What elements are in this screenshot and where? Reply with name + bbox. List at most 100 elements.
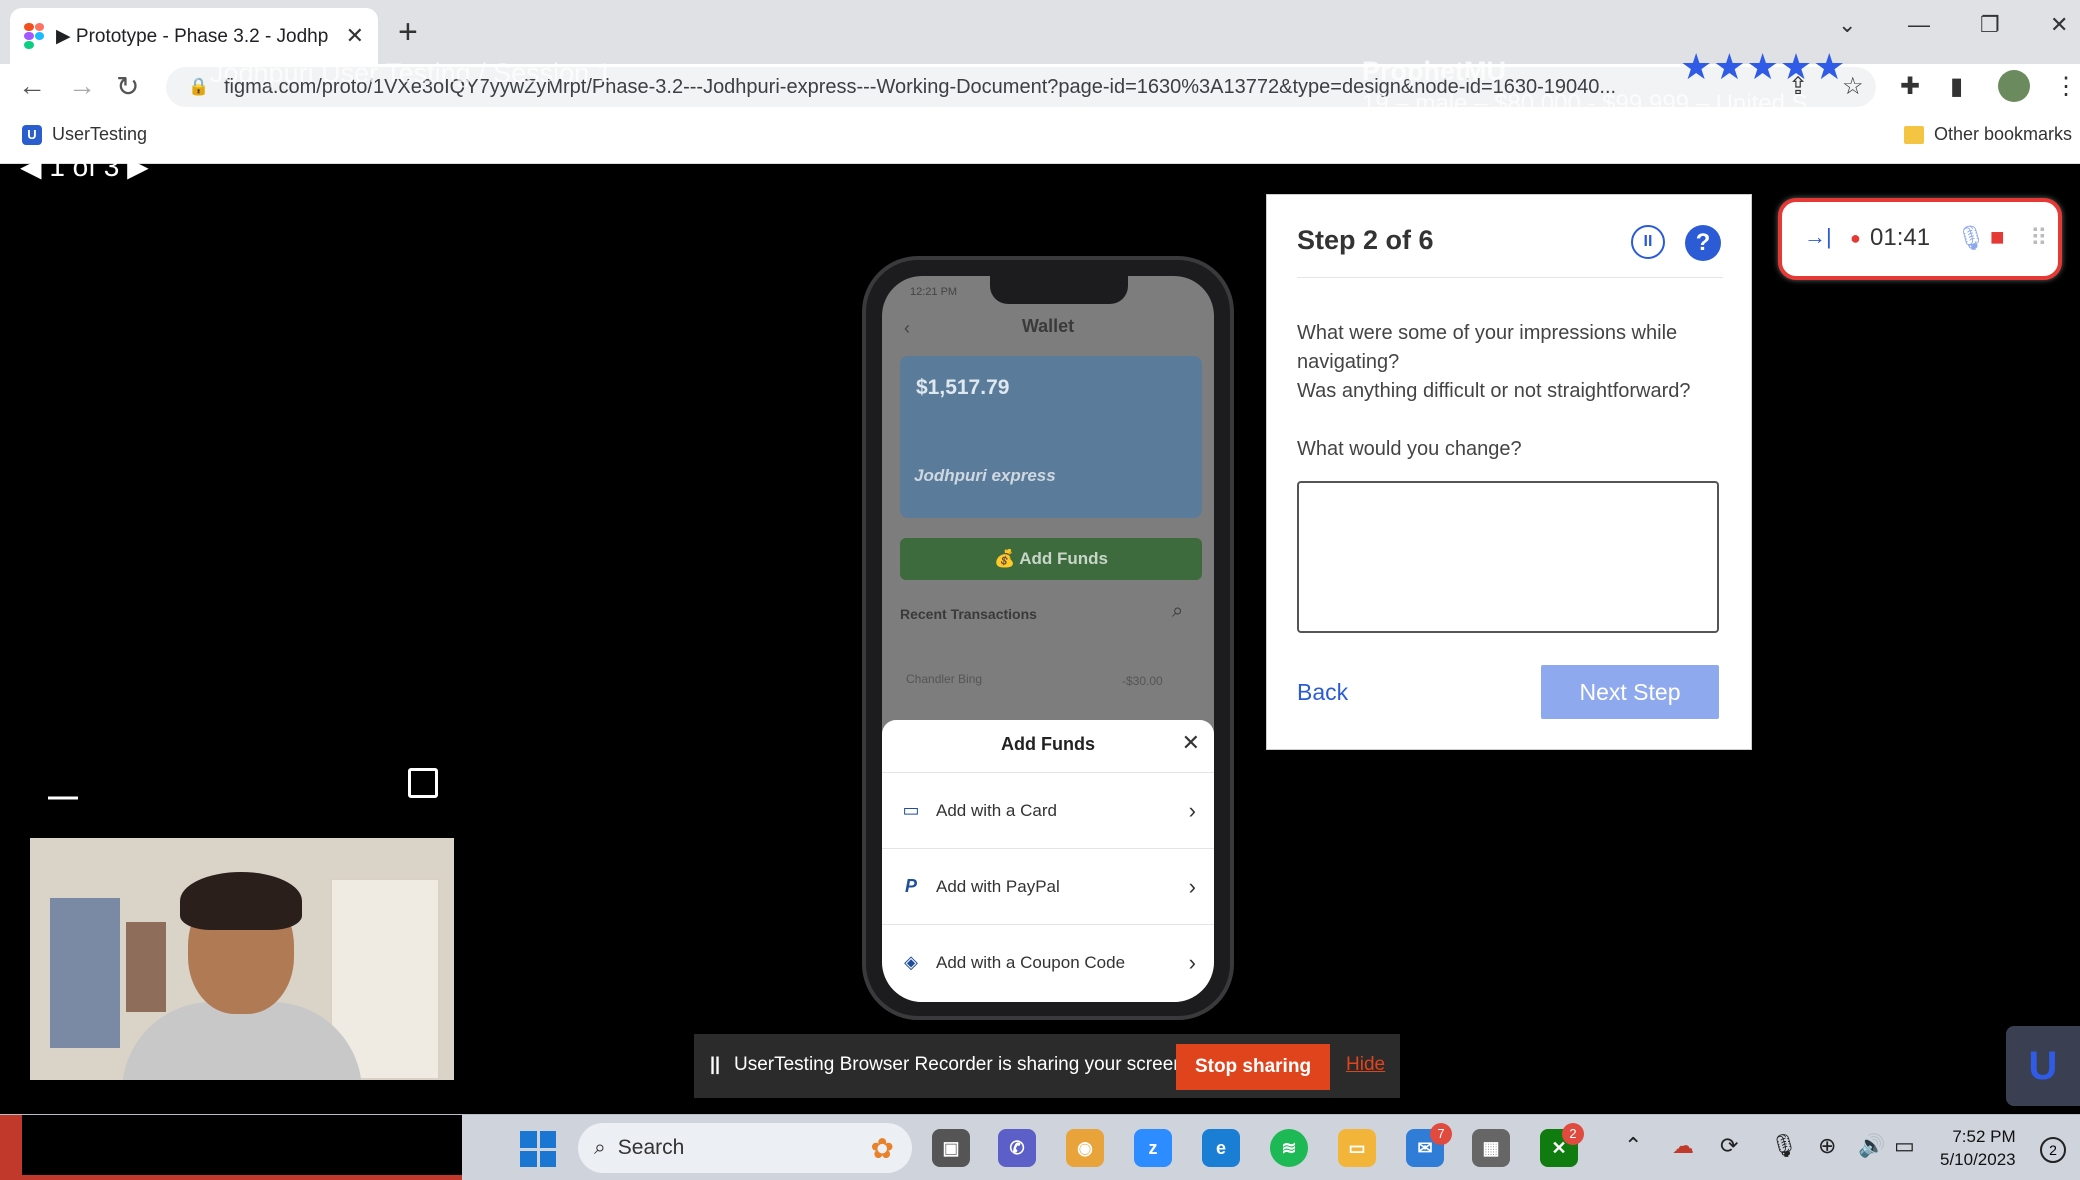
taskbar-search[interactable]: ⌕ Search ✿ xyxy=(578,1123,912,1173)
collapse-icon[interactable]: →| xyxy=(1804,224,1832,250)
divider xyxy=(1297,277,1723,278)
phone-notch xyxy=(990,276,1128,304)
phone-status-time: 12:21 PM xyxy=(910,286,958,298)
taskbar-clock[interactable]: 7:52 PM 5/10/2023 xyxy=(1940,1125,2016,1171)
option-label: Add with PayPal xyxy=(936,876,1060,896)
zoom-icon[interactable]: z xyxy=(1134,1129,1172,1167)
chevron-up-icon[interactable]: ⌃ xyxy=(1624,1133,1642,1159)
option-coupon[interactable]: ◈ Add with a Coupon Code › xyxy=(882,924,1214,1000)
browser-tab[interactable]: ▶ Prototype - Phase 3.2 - Jodhp ✕ xyxy=(10,8,378,64)
extensions-icon[interactable]: ✚ xyxy=(1900,72,1920,101)
chevron-right-icon: › xyxy=(1188,949,1196,975)
question-1: What were some of your impressions while… xyxy=(1297,322,1678,373)
teams-icon[interactable]: ✆ xyxy=(998,1129,1036,1167)
tab-search-icon[interactable]: ⌄ xyxy=(1838,12,1856,38)
camera-icon[interactable]: ■ xyxy=(1990,224,2005,252)
help-icon[interactable]: ? xyxy=(1685,225,1721,261)
question-2: Was anything difficult or not straightfo… xyxy=(1297,380,1691,402)
usertesting-icon: U xyxy=(22,124,42,145)
webcam-feed xyxy=(30,838,454,1080)
close-window-button[interactable]: ✕ xyxy=(2050,12,2068,38)
search-label: Search xyxy=(617,1136,685,1159)
windows-start-icon[interactable] xyxy=(520,1131,556,1167)
back-link[interactable]: Back xyxy=(1297,679,1348,706)
windows-taskbar: ⌕ Search ✿ ▣ ✆ ◉ z e ≋ ▭ ✉ 7 ▦ ✕ 2 ⌃ ☁ ⟳… xyxy=(0,1114,2080,1180)
webcam-person-hair xyxy=(180,872,302,930)
tab-title: ▶ Prototype - Phase 3.2 - Jodhp xyxy=(56,25,329,47)
forward-icon[interactable]: → xyxy=(68,70,96,102)
sheet-title: Add Funds xyxy=(1001,734,1095,754)
bookmarks-bar: U UserTesting Other bookmarks xyxy=(0,110,2080,164)
option-paypal[interactable]: P Add with PayPal › xyxy=(882,848,1214,924)
share-message: UserTesting Browser Recorder is sharing … xyxy=(734,1054,1190,1075)
spotify-icon[interactable]: ≋ xyxy=(1270,1129,1308,1167)
reload-icon[interactable]: ↻ xyxy=(116,70,139,103)
pause-share-icon[interactable]: || xyxy=(710,1054,720,1075)
screen-share-bar: || UserTesting Browser Recorder is shari… xyxy=(694,1034,1400,1098)
step-title: Step 2 of 6 xyxy=(1297,225,1434,255)
file-explorer-icon[interactable]: ▭ xyxy=(1338,1129,1376,1167)
taskbar-occluded xyxy=(22,1115,462,1175)
task-view-icon[interactable]: ▣ xyxy=(932,1129,970,1167)
option-card[interactable]: ▭ Add with a Card › xyxy=(882,772,1214,848)
store-icon[interactable]: ▦ xyxy=(1472,1129,1510,1167)
option-label: Add with a Card xyxy=(936,800,1057,820)
figma-icon xyxy=(24,23,44,49)
add-funds-label: Add Funds xyxy=(1019,549,1109,568)
minimize-button[interactable]: — xyxy=(1908,12,1930,38)
chevron-right-icon: › xyxy=(1188,797,1196,823)
onedrive-icon[interactable]: ☁ xyxy=(1672,1133,1694,1159)
pager-label: 1 of 3 xyxy=(49,151,120,182)
recording-timer: 01:41 xyxy=(1870,224,1931,251)
paypal-icon: P xyxy=(904,876,917,896)
restore-button[interactable]: ❐ xyxy=(1980,12,2000,38)
balance-card: $1,517.79 Jodhpuri express xyxy=(900,356,1202,518)
minimize-webcam-icon[interactable]: — xyxy=(48,780,78,814)
search-icon: ⌕ xyxy=(594,1136,606,1159)
menu-icon[interactable]: ⋮ xyxy=(2054,72,2078,101)
clock-time: 7:52 PM xyxy=(1952,1127,2016,1146)
back-icon[interactable]: ← xyxy=(18,70,46,102)
xbox-badge: 2 xyxy=(1562,1123,1584,1145)
bookmark-usertesting[interactable]: U UserTesting xyxy=(22,124,147,145)
transaction-name: Chandler Bing xyxy=(906,672,983,686)
side-panel-icon[interactable]: ▮ xyxy=(1950,72,1963,101)
hide-link[interactable]: Hide xyxy=(1346,1054,1385,1076)
profile-avatar[interactable] xyxy=(1998,70,2030,102)
new-tab-button[interactable]: + xyxy=(398,14,418,50)
phone-screen: 12:21 PM ‹ Wallet $1,517.79 Jodhpuri exp… xyxy=(882,276,1214,1002)
folder-icon xyxy=(1904,125,1924,144)
close-icon[interactable]: ✕ xyxy=(1182,730,1200,756)
usertesting-corner-icon[interactable]: U xyxy=(2006,1026,2080,1106)
answer-input[interactable] xyxy=(1297,481,1719,633)
microphone-icon[interactable]: 🎙 xyxy=(1956,224,1986,253)
edge-icon[interactable]: e xyxy=(1202,1129,1240,1167)
bookmark-other[interactable]: Other bookmarks xyxy=(1904,124,2072,145)
transaction-amount: -$30.00 xyxy=(1122,674,1163,688)
volume-icon[interactable]: 🔊 xyxy=(1858,1133,1885,1159)
microphone-tray-icon[interactable]: 🎙 xyxy=(1770,1133,1798,1159)
bookmark-label: UserTesting xyxy=(52,124,148,144)
bookmark-label: Other bookmarks xyxy=(1934,124,2073,144)
battery-icon[interactable]: ▭ xyxy=(1894,1133,1915,1159)
sync-icon[interactable]: ⟳ xyxy=(1720,1133,1738,1159)
search-highlight-icon: ✿ xyxy=(870,1132,894,1164)
brand-logo: Jodhpuri express xyxy=(914,466,1056,485)
globe-icon[interactable]: ⊕ xyxy=(1818,1133,1836,1159)
rating-stars: ★★★★★ xyxy=(1680,46,1847,87)
drag-handle-icon[interactable]: ⠿ xyxy=(2030,224,2048,253)
pause-icon[interactable]: II xyxy=(1631,225,1665,259)
webcam-poster xyxy=(50,898,120,1048)
add-funds-sheet: Add Funds ✕ ▭ Add with a Card › P Add wi… xyxy=(882,720,1214,1002)
expand-webcam-icon[interactable] xyxy=(408,768,438,798)
close-tab-icon[interactable]: ✕ xyxy=(346,23,364,49)
add-funds-button[interactable]: 💰 Add Funds xyxy=(900,538,1202,580)
lock-icon: 🔒 xyxy=(188,77,210,96)
prototype-pager[interactable]: ◀ 1 of 3 ▶ xyxy=(20,150,149,183)
search-icon[interactable]: ⌕ xyxy=(1172,600,1183,623)
stop-sharing-button[interactable]: Stop sharing xyxy=(1176,1044,1330,1090)
notifications-icon[interactable]: 2 xyxy=(2040,1137,2066,1163)
chrome-icon[interactable]: ◉ xyxy=(1066,1129,1104,1167)
next-step-button[interactable]: Next Step xyxy=(1541,665,1719,719)
recording-dot-icon: ● xyxy=(1850,228,1861,248)
